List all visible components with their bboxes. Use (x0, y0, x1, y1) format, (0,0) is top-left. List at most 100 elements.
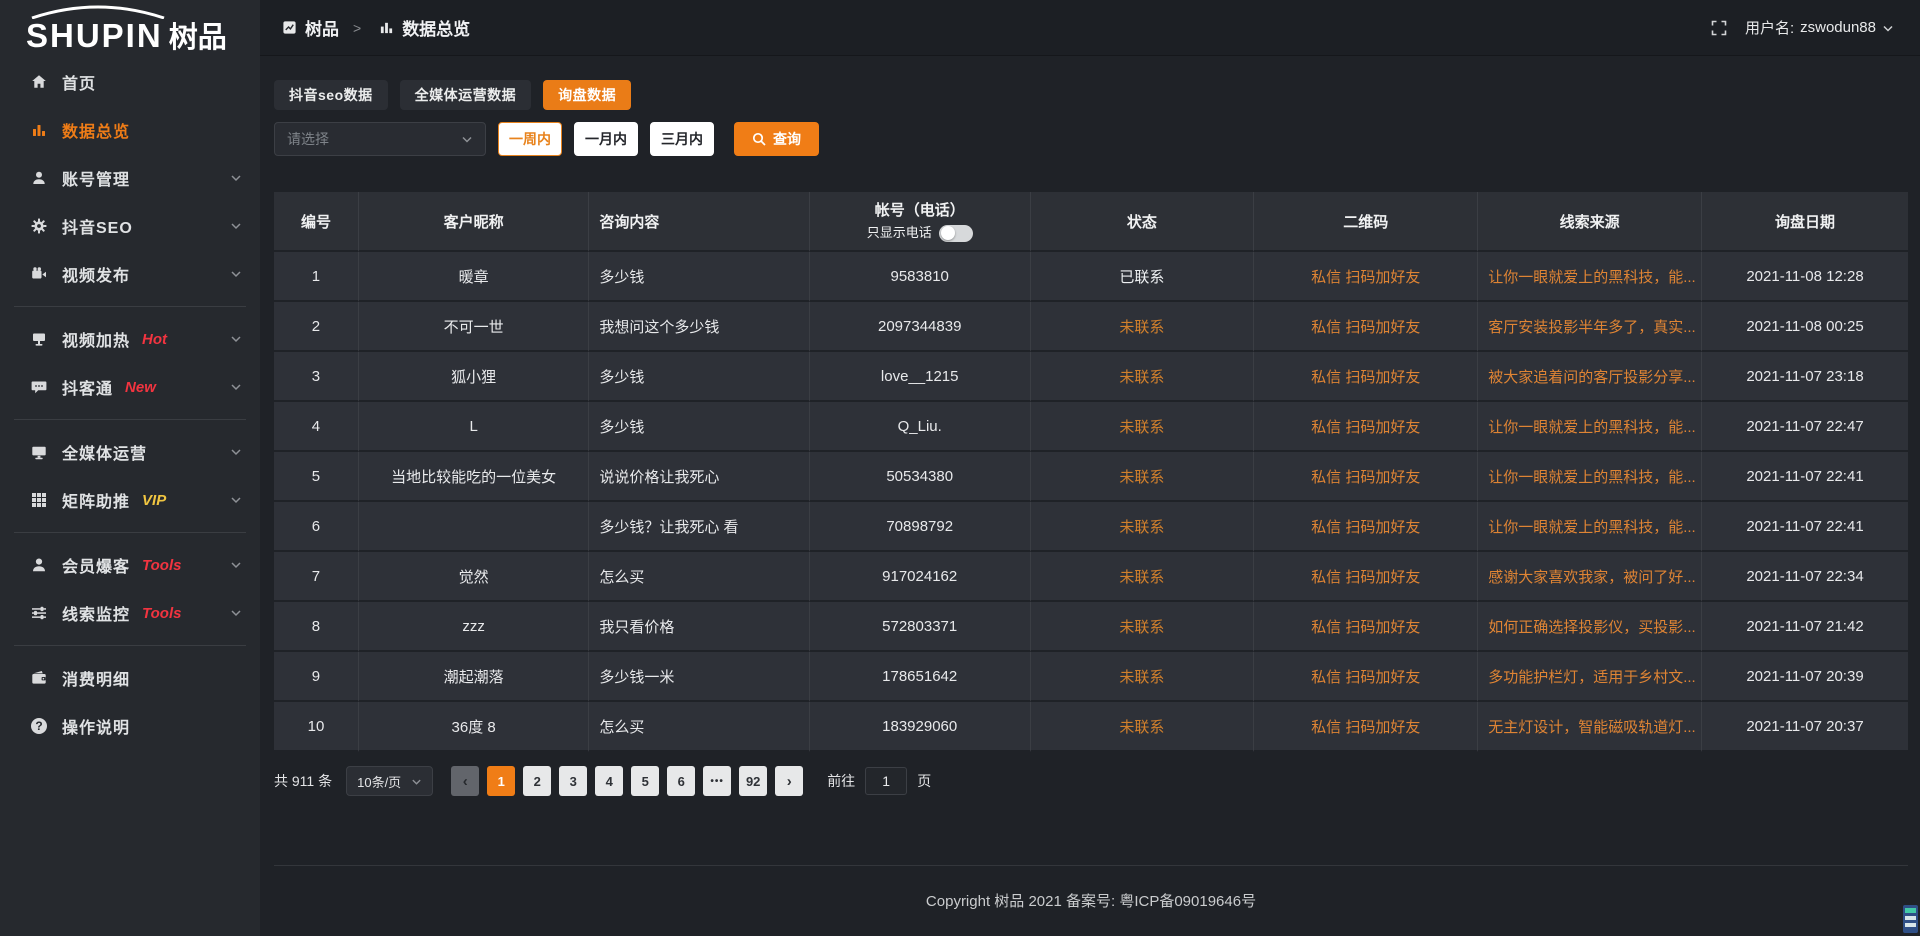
period-button[interactable]: 三月内 (650, 122, 714, 156)
prev-page-button[interactable]: ‹ (451, 766, 479, 796)
corner-widget[interactable] (1903, 905, 1918, 933)
new-badge: New (125, 379, 156, 396)
source-link[interactable]: 客厅安装投影半年多了，真实... (1478, 302, 1702, 352)
sidebar: SHUPIN树品 首页 数据总览 账号管理 抖音SEO 视频发布 视频 (0, 0, 260, 936)
cell-status: 未联系 (1031, 652, 1255, 702)
source-link[interactable]: 感谢大家喜欢我家，被问了好... (1478, 552, 1702, 602)
divider (14, 645, 246, 646)
source-link[interactable]: 多功能护栏灯，适用于乡村文... (1478, 652, 1702, 702)
next-page-button[interactable]: › (775, 766, 803, 796)
cell-date: 2021-11-07 20:37 (1702, 702, 1908, 752)
cell-account: 2097344839 (810, 302, 1031, 352)
qrcode-link[interactable]: 私信 扫码加好友 (1254, 552, 1478, 602)
sidebar-item-matrix-boost[interactable]: 矩阵助推 VIP (0, 476, 260, 524)
sidebar-item-instructions[interactable]: 操作说明 (0, 702, 260, 750)
page-button[interactable]: 6 (667, 766, 695, 796)
breadcrumb-chart-icon (379, 20, 394, 35)
user-menu[interactable]: 用户名: zswodun88 (1745, 17, 1894, 38)
qrcode-link[interactable]: 私信 扫码加好友 (1254, 252, 1478, 302)
cell-content: 我想问这个多少钱 (589, 302, 810, 352)
cell-content: 多少钱 (589, 252, 810, 302)
qrcode-link[interactable]: 私信 扫码加好友 (1254, 502, 1478, 552)
data-tab[interactable]: 询盘数据 (543, 80, 631, 110)
qrcode-link[interactable]: 私信 扫码加好友 (1254, 602, 1478, 652)
cell-status: 未联系 (1031, 352, 1255, 402)
data-tab[interactable]: 全媒体运营数据 (400, 80, 532, 110)
member-icon (30, 556, 48, 574)
qrcode-link[interactable]: 私信 扫码加好友 (1254, 302, 1478, 352)
phone-only-toggle[interactable] (939, 225, 973, 242)
goto-page-input[interactable] (865, 767, 907, 795)
cell-status: 未联系 (1031, 452, 1255, 502)
footer: Copyright 树品 2021 备案号: 粤ICP备09019646号 (274, 865, 1908, 936)
data-tab[interactable]: 抖音seo数据 (274, 80, 388, 110)
tools-badge: Tools (142, 557, 181, 574)
table-row: 2 不可一世 我想问这个多少钱 2097344839 未联系 私信 扫码加好友 … (274, 302, 1908, 352)
header-status: 状态 (1031, 192, 1255, 252)
sidebar-item-doukestong[interactable]: 抖客通 New (0, 363, 260, 411)
cell-id: 1 (274, 252, 359, 302)
source-link[interactable]: 被大家追着问的客厅投影分享... (1478, 352, 1702, 402)
qrcode-link[interactable]: 私信 扫码加好友 (1254, 402, 1478, 452)
source-link[interactable]: 无主灯设计，智能磁吸轨道灯... (1478, 702, 1702, 752)
source-link[interactable]: 让你一眼就爱上的黑科技，能... (1478, 252, 1702, 302)
cell-id: 10 (274, 702, 359, 752)
chevron-down-icon (230, 607, 242, 619)
sidebar-item-home[interactable]: 首页 (0, 58, 260, 106)
qrcode-link[interactable]: 私信 扫码加好友 (1254, 652, 1478, 702)
query-button[interactable]: 查询 (734, 122, 819, 156)
chevron-down-icon (230, 268, 242, 280)
table-row: 3 狐小狸 多少钱 love__1215 未联系 私信 扫码加好友 被大家追着问… (274, 352, 1908, 402)
source-link[interactable]: 如何正确选择投影仪，买投影... (1478, 602, 1702, 652)
sidebar-item-lead-monitor[interactable]: 线索监控 Tools (0, 589, 260, 637)
page-button[interactable]: 3 (559, 766, 587, 796)
chevron-down-icon (461, 133, 473, 145)
source-link[interactable]: 让你一眼就爱上的黑科技，能... (1478, 402, 1702, 452)
page-button[interactable]: 4 (595, 766, 623, 796)
qrcode-link[interactable]: 私信 扫码加好友 (1254, 352, 1478, 402)
period-button[interactable]: 一周内 (498, 122, 562, 156)
source-link[interactable]: 让你一眼就爱上的黑科技，能... (1478, 502, 1702, 552)
pagination: 共 911 条 10条/页 ‹ 123456•••92 › 前往 页 (274, 766, 1908, 796)
sidebar-item-expense-detail[interactable]: 消费明细 (0, 654, 260, 702)
cell-account: 70898792 (810, 502, 1031, 552)
page-button[interactable]: 1 (487, 766, 515, 796)
page-button[interactable]: 2 (523, 766, 551, 796)
page-button[interactable]: ••• (703, 766, 731, 796)
qrcode-link[interactable]: 私信 扫码加好友 (1254, 452, 1478, 502)
sidebar-item-account-management[interactable]: 账号管理 (0, 154, 260, 202)
period-button[interactable]: 一月内 (574, 122, 638, 156)
chevron-down-icon (230, 333, 242, 345)
source-link[interactable]: 让你一眼就爱上的黑科技，能... (1478, 452, 1702, 502)
chevron-down-icon (230, 446, 242, 458)
qrcode-link[interactable]: 私信 扫码加好友 (1254, 702, 1478, 752)
page-button[interactable]: 5 (631, 766, 659, 796)
breadcrumb-home[interactable]: 树品 (305, 15, 339, 40)
fullscreen-icon[interactable] (1711, 20, 1727, 36)
goto-label: 前往 (827, 771, 855, 791)
sidebar-item-video-publish[interactable]: 视频发布 (0, 250, 260, 298)
sidebar-item-data-overview[interactable]: 数据总览 (0, 106, 260, 154)
cell-id: 7 (274, 552, 359, 602)
vip-badge: VIP (142, 492, 166, 509)
sidebar-item-member-burst[interactable]: 会员爆客 Tools (0, 541, 260, 589)
chat-icon (30, 378, 48, 396)
cell-nickname: 觉然 (359, 552, 589, 602)
page-size-select[interactable]: 10条/页 (346, 766, 433, 796)
sidebar-item-omnimedia-operation[interactable]: 全媒体运营 (0, 428, 260, 476)
sidebar-item-video-heat[interactable]: 视频加热 Hot (0, 315, 260, 363)
cell-nickname: zzz (359, 602, 589, 652)
cell-date: 2021-11-07 23:18 (1702, 352, 1908, 402)
hot-badge: Hot (142, 331, 167, 348)
table-row: 1 暖章 多少钱 9583810 已联系 私信 扫码加好友 让你一眼就爱上的黑科… (274, 252, 1908, 302)
table-row: 7 觉然 怎么买 917024162 未联系 私信 扫码加好友 感谢大家喜欢我家… (274, 552, 1908, 602)
cell-id: 4 (274, 402, 359, 452)
cell-date: 2021-11-07 20:39 (1702, 652, 1908, 702)
filter-select[interactable]: 请选择 (274, 122, 486, 156)
header-date: 询盘日期 (1702, 192, 1908, 252)
chevron-down-icon (230, 559, 242, 571)
period-buttons: 一周内一月内三月内 (498, 122, 714, 156)
page-button[interactable]: 92 (739, 766, 767, 796)
cell-content: 多少钱？让我死心 看 (589, 502, 810, 552)
sidebar-item-douyin-seo[interactable]: 抖音SEO (0, 202, 260, 250)
